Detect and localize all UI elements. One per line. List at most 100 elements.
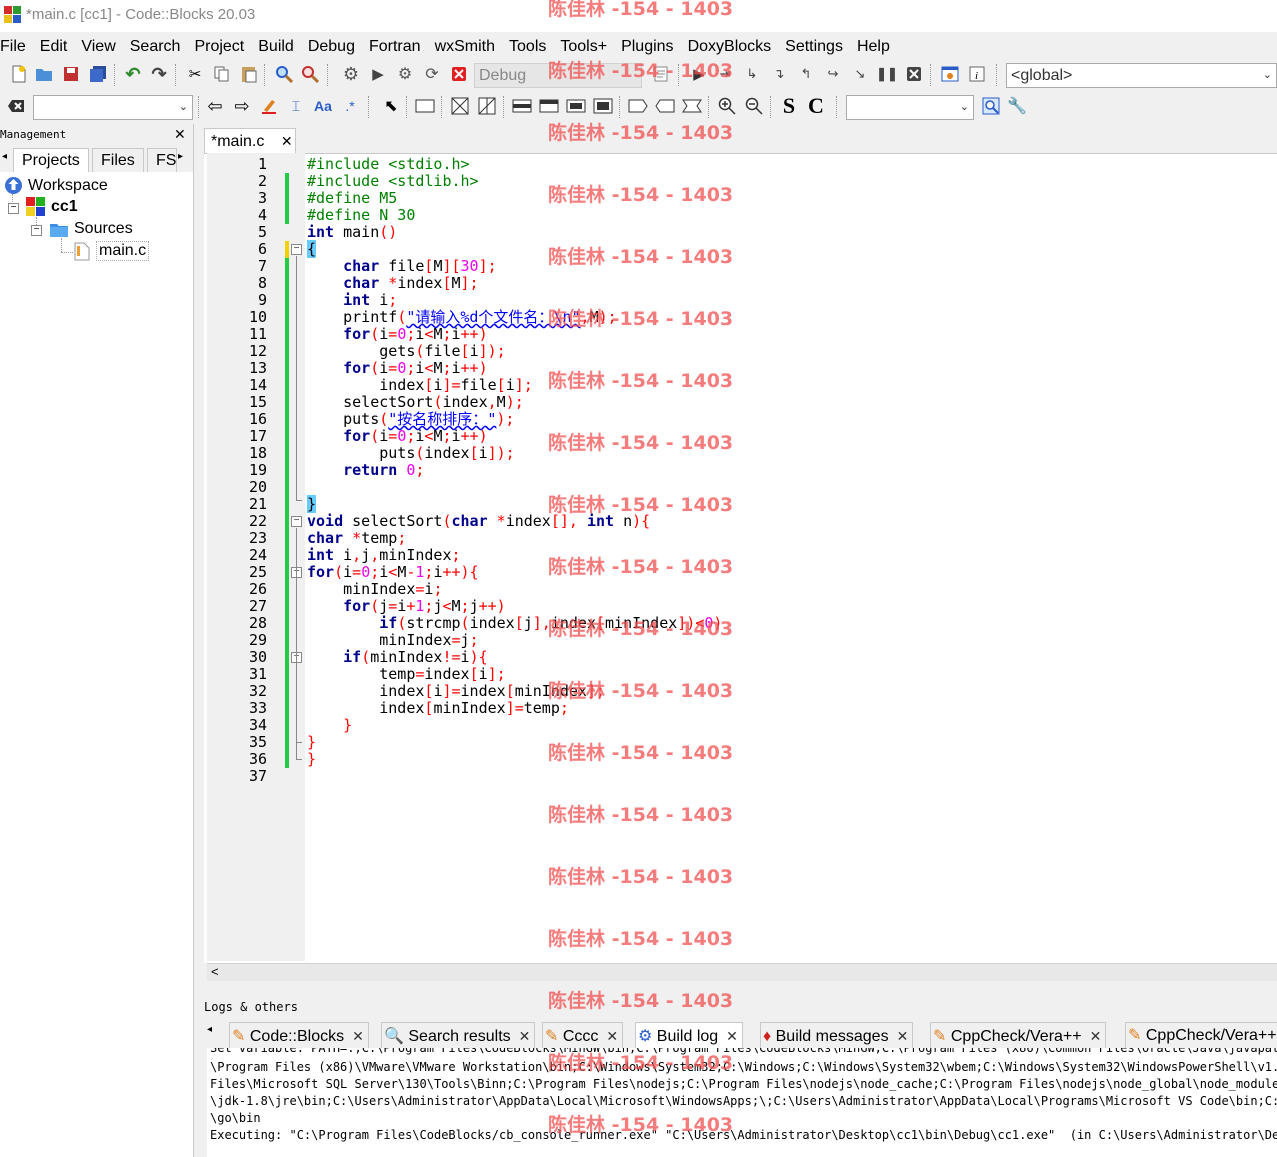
tab-fs[interactable]: FS: [147, 148, 177, 172]
horizontal-scrollbar[interactable]: <: [207, 963, 1277, 981]
menu-wxsmith[interactable]: wxSmith: [428, 36, 502, 58]
c-button[interactable]: C: [805, 93, 827, 118]
menu-project[interactable]: Project: [187, 36, 251, 58]
tab-cccc[interactable]: ✎ Cccc ✕: [542, 1022, 624, 1048]
tab-cppcheck-vera-2[interactable]: ✎ CppCheck/Vera++: [1125, 1022, 1277, 1048]
collapse-cc1-icon[interactable]: −: [8, 203, 19, 214]
search-forward-icon[interactable]: ⇨: [231, 95, 253, 117]
shape-decision-icon[interactable]: [449, 95, 471, 117]
scroll-left-icon[interactable]: <: [211, 964, 219, 979]
target-options-icon[interactable]: [650, 63, 672, 85]
menu-settings[interactable]: Settings: [778, 36, 850, 58]
tree-item-workspace[interactable]: Workspace: [4, 176, 108, 195]
zoom-out-icon[interactable]: [743, 95, 765, 117]
undo-icon[interactable]: ↶: [122, 63, 144, 85]
build-log-output[interactable]: Set variable: PATH=.;C:\Program Files\Co…: [207, 1048, 1277, 1157]
build-and-run-icon[interactable]: ⚙: [394, 63, 416, 85]
collapse-sources-icon[interactable]: −: [31, 225, 42, 236]
menu-build[interactable]: Build: [251, 36, 301, 58]
step-into-icon[interactable]: ↴: [768, 63, 790, 85]
tab-search-results[interactable]: 🔍 Search results ✕: [381, 1022, 536, 1048]
tab-cppcheck-vera[interactable]: ✎ CppCheck/Vera++ ✕: [930, 1022, 1107, 1048]
save-all-icon[interactable]: [87, 63, 109, 85]
cut-icon[interactable]: ✂: [184, 63, 206, 85]
debug-start-icon[interactable]: ▶: [688, 63, 710, 85]
menu-tools[interactable]: Tools: [502, 36, 553, 58]
tabs-scroll-right-icon[interactable]: ▸: [178, 151, 183, 162]
next-line-icon[interactable]: ↳: [741, 63, 763, 85]
next-instruction-icon[interactable]: ↪: [822, 63, 844, 85]
code-line: for(i=0;i<M-1;i++){: [307, 563, 479, 581]
zoom-in-icon[interactable]: [716, 95, 738, 117]
redo-icon[interactable]: ↷: [148, 63, 170, 85]
menu-plugins[interactable]: Plugins: [614, 36, 680, 58]
s-button[interactable]: S: [778, 93, 800, 118]
fold-selectsort-icon[interactable]: −: [291, 516, 302, 527]
shape-return-icon[interactable]: [654, 95, 676, 117]
scope-select[interactable]: <global> ⌄: [1006, 63, 1277, 88]
tab-codeblocks-log[interactable]: ✎ Code::Blocks ✕: [229, 1022, 369, 1048]
pause-icon[interactable]: ❚❚: [876, 63, 898, 85]
run-icon[interactable]: ▶: [367, 63, 389, 85]
search-backward-icon[interactable]: ⇦: [204, 95, 226, 117]
menu-debug[interactable]: Debug: [301, 36, 362, 58]
symbol-search-input[interactable]: ⌄: [846, 95, 974, 120]
selected-text-icon[interactable]: ⌶: [285, 95, 307, 117]
menu-doxyblocks[interactable]: DoxyBlocks: [681, 36, 779, 58]
menu-edit[interactable]: Edit: [33, 36, 75, 58]
tree-item-project[interactable]: cc1: [26, 197, 78, 217]
paste-icon[interactable]: [238, 63, 260, 85]
highlight-icon[interactable]: [258, 95, 280, 117]
step-into-instruction-icon[interactable]: ↘: [849, 63, 871, 85]
regex-icon[interactable]: .*: [339, 95, 361, 117]
open-file-icon[interactable]: [33, 63, 55, 85]
match-case-icon[interactable]: Aa: [312, 95, 334, 117]
shape-continue-icon[interactable]: [627, 95, 649, 117]
replace-icon[interactable]: [299, 63, 321, 85]
fold-main-icon[interactable]: −: [291, 244, 302, 255]
shape-dowhile-icon[interactable]: [565, 95, 587, 117]
debugging-windows-icon[interactable]: [939, 63, 961, 85]
menu-tools-plus[interactable]: Tools+: [553, 36, 614, 58]
close-tab-icon[interactable]: ✕: [281, 133, 293, 149]
run-to-cursor-icon[interactable]: ⇥: [714, 63, 736, 85]
step-out-icon[interactable]: ↰: [795, 63, 817, 85]
copy-icon[interactable]: [211, 63, 233, 85]
line-number: 37: [248, 767, 267, 785]
tree-item-main-c[interactable]: main.c: [74, 241, 150, 261]
menu-search[interactable]: Search: [123, 36, 188, 58]
tab-files[interactable]: Files: [92, 148, 144, 172]
menu-file[interactable]: File: [0, 36, 33, 58]
shape-loop-icon[interactable]: [511, 95, 533, 117]
tab-projects[interactable]: Projects: [13, 148, 89, 172]
menu-help[interactable]: Help: [850, 36, 897, 58]
symbol-search-icon[interactable]: [980, 95, 1002, 117]
wrench-icon[interactable]: 🔧: [1006, 95, 1028, 117]
tree-item-sources[interactable]: Sources: [49, 220, 133, 238]
search-input[interactable]: ⌄: [33, 95, 193, 120]
shape-io-icon[interactable]: [681, 95, 703, 117]
clear-search-icon[interactable]: [5, 95, 27, 117]
tabs-scroll-left-icon[interactable]: ◂: [2, 151, 7, 162]
logs-scroll-left-icon[interactable]: ◂: [207, 1024, 212, 1035]
shape-switch-icon[interactable]: [476, 95, 498, 117]
tab-main-c[interactable]: *main.c ✕: [204, 128, 296, 154]
abort-icon[interactable]: [448, 63, 470, 85]
save-icon[interactable]: [60, 63, 82, 85]
build-gear-icon[interactable]: ⚙: [340, 63, 362, 85]
shape-while-icon[interactable]: [538, 95, 560, 117]
shape-block-icon[interactable]: [414, 95, 436, 117]
rebuild-icon[interactable]: ⟳: [421, 63, 443, 85]
debug-info-icon[interactable]: i: [966, 63, 988, 85]
tab-build-log[interactable]: ⚙ Build log ✕: [635, 1022, 743, 1048]
build-target-select[interactable]: Debug: [474, 63, 642, 88]
tab-build-messages[interactable]: ♦ Build messages ✕: [760, 1022, 914, 1048]
select-pointer-icon[interactable]: ⬉: [380, 95, 402, 117]
management-close-icon[interactable]: ✕: [174, 126, 186, 143]
new-file-icon[interactable]: [8, 63, 30, 85]
menu-fortran[interactable]: Fortran: [362, 36, 428, 58]
shape-break-icon[interactable]: [592, 95, 614, 117]
stop-debugger-icon[interactable]: [903, 63, 925, 85]
menu-view[interactable]: View: [74, 36, 122, 58]
find-icon[interactable]: [273, 63, 295, 85]
